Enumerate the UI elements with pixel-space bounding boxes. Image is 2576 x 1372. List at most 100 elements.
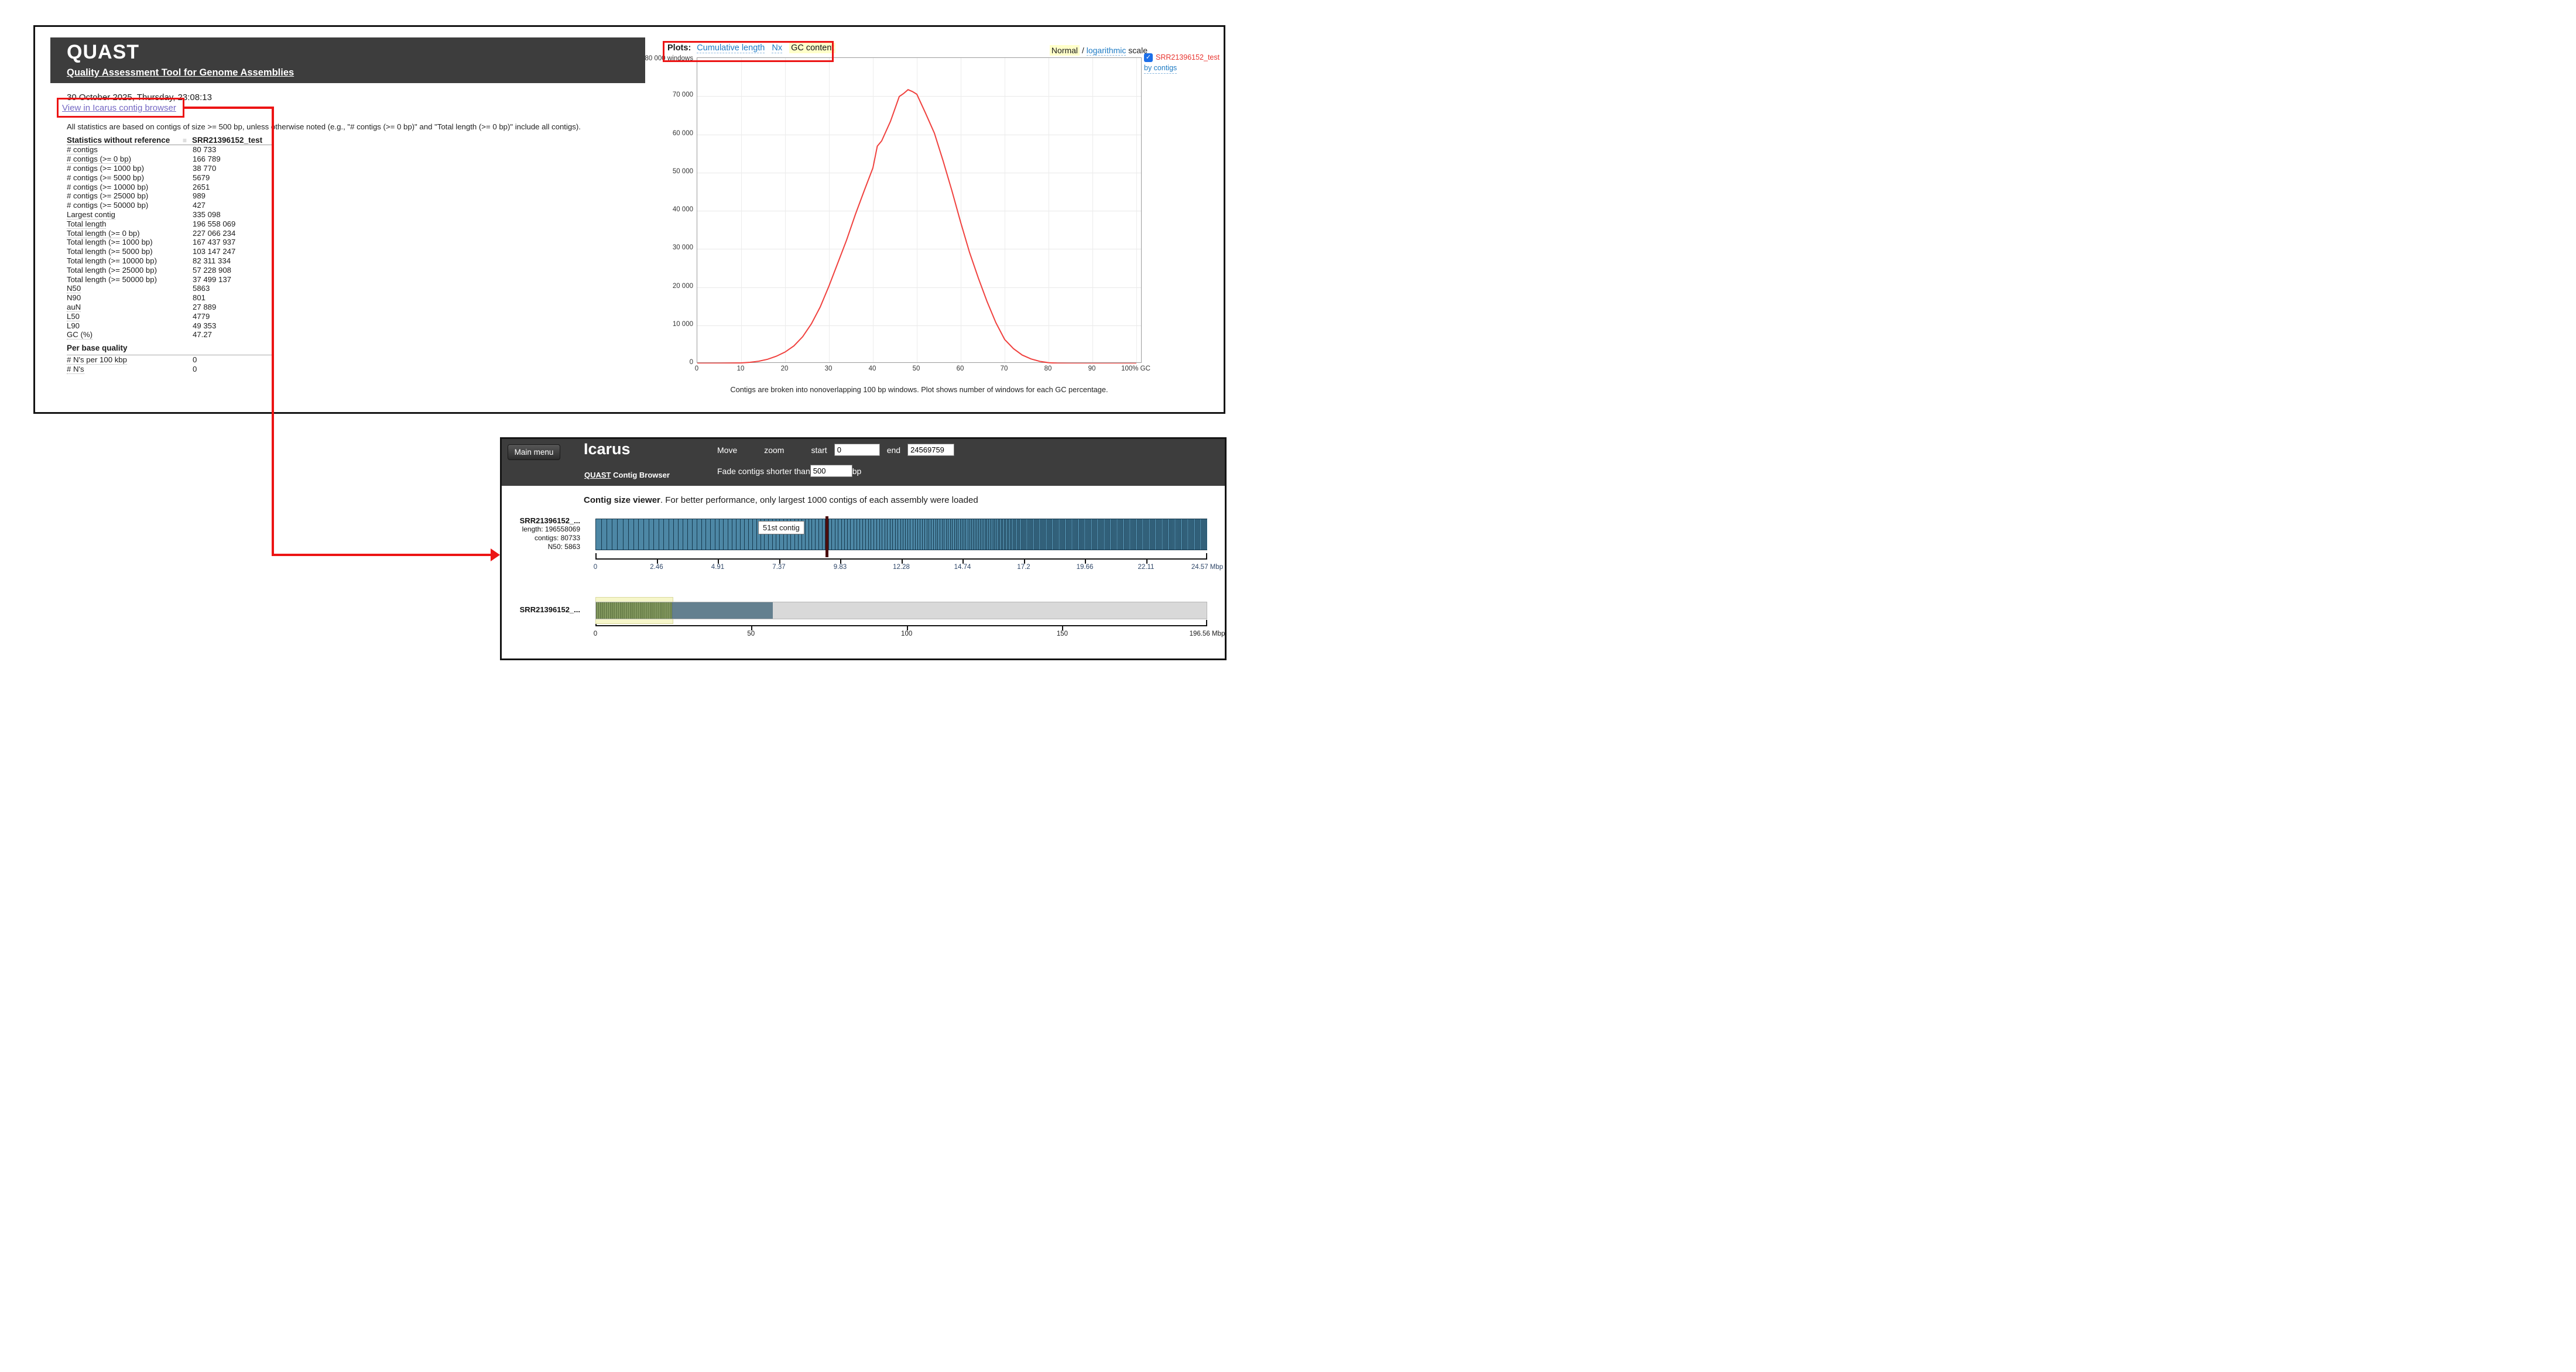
contig-block	[659, 519, 663, 550]
table-row: Total length (>= 1000 bp)167 437 937	[67, 238, 273, 247]
metric-label: auN	[67, 303, 193, 311]
metric-label-text[interactable]: GC (%)	[67, 330, 93, 339]
plots-tab-cumulative-length[interactable]: Cumulative length	[697, 43, 765, 53]
table-row: N90801	[67, 293, 273, 303]
plots-label: Plots:	[667, 43, 691, 53]
legend-checkbox[interactable]: ✓	[1144, 53, 1153, 62]
table-header-assembly[interactable]: SRR21396152_test	[192, 136, 262, 145]
metric-value: 335 098	[193, 210, 221, 219]
metric-label-text[interactable]: N50	[67, 284, 81, 293]
contig-block	[697, 519, 701, 550]
metric-label: N90	[67, 293, 193, 302]
y-tick-label: 80 000 windows	[645, 55, 693, 62]
contig-block	[612, 519, 617, 550]
metric-label-text[interactable]: Largest contig	[67, 210, 115, 219]
annotation-arrow-head	[491, 548, 500, 561]
axis-tick	[751, 626, 752, 630]
metric-value: 227 066 234	[193, 229, 235, 238]
y-tick-label: 10 000	[673, 321, 693, 328]
chart-y-axis-labels: 010 00020 00030 00040 00050 00060 00070 …	[631, 57, 693, 368]
metric-label: # contigs (>= 50000 bp)	[67, 201, 193, 210]
metric-label-text: # contigs (>= 50000 bp)	[67, 201, 148, 210]
axis-tick	[962, 560, 964, 564]
table-row: # contigs (>= 10000 bp)2651	[67, 182, 273, 191]
icarus-toolbar: Main menu Icarus QUAST Contig Browser Mo…	[502, 439, 1225, 486]
fade-label: Fade contigs shorter than	[717, 467, 810, 476]
metric-value: 989	[193, 191, 205, 200]
metric-value: 2651	[193, 183, 210, 191]
table-header-metric: Statistics without reference	[67, 136, 183, 145]
plots-tab-nx[interactable]: Nx	[772, 43, 782, 53]
end-input[interactable]	[907, 444, 954, 456]
contig-block	[736, 519, 740, 550]
legend-by-contigs-link[interactable]: by contigs	[1144, 63, 1177, 74]
x-tick-label: 90	[1088, 365, 1096, 372]
metric-label-text[interactable]: # N's	[67, 365, 84, 374]
metric-label-text[interactable]: Total length (>= 0 bp)	[67, 229, 140, 238]
metric-label: L90	[67, 321, 193, 330]
plots-tab-gc-content[interactable]: GC content	[789, 43, 835, 53]
track1-length: length: 196558069	[502, 525, 580, 534]
metric-value: 47.27	[193, 330, 212, 339]
metric-label-text[interactable]: # contigs (>= 0 bp)	[67, 155, 131, 164]
icarus-browser-link[interactable]: View in Icarus contig browser	[62, 103, 176, 113]
page-title: QUAST	[67, 41, 645, 64]
track2-overview-bar[interactable]	[595, 602, 1207, 619]
icarus-subtitle-rest: Contig Browser	[611, 471, 670, 479]
metric-label-text[interactable]: # N's per 100 kbp	[67, 355, 127, 365]
y-tick-label: 20 000	[673, 283, 693, 290]
start-input[interactable]	[834, 444, 880, 456]
contig-block	[628, 519, 633, 550]
contig-block	[673, 519, 678, 550]
metric-value: 5863	[193, 284, 210, 293]
chart-x-axis-labels: 0102030405060708090100% GC	[697, 365, 1142, 375]
metric-label-text: # contigs (>= 5000 bp)	[67, 173, 144, 182]
viewer-heading-bold: Contig size viewer	[584, 495, 660, 505]
axis-tick-label: 7.37	[772, 564, 785, 571]
axis-tick-label: 0	[594, 564, 597, 571]
x-tick-label: 0	[695, 365, 698, 372]
y-tick-label: 70 000	[673, 91, 693, 98]
gc-content-chart[interactable]	[697, 57, 1142, 363]
metric-label-text[interactable]: # contigs	[67, 145, 98, 155]
contig-block	[653, 519, 659, 550]
axis-tick	[1146, 560, 1147, 564]
contig-block	[748, 519, 752, 550]
track1-assembly-name: SRR21396152_...	[502, 516, 580, 525]
axis-tick	[595, 553, 597, 558]
contig-block	[678, 519, 683, 550]
table-row: # contigs (>= 1000 bp)38 770	[67, 164, 273, 173]
x-tick-label: 100% GC	[1121, 365, 1150, 372]
quast-link[interactable]: QUAST	[584, 471, 611, 479]
section-header-per-base-quality: Per base quality	[67, 344, 273, 355]
scale-normal[interactable]: Normal	[1050, 45, 1080, 56]
viewer-heading: Contig size viewer. For better performan…	[584, 495, 978, 505]
metric-label-text[interactable]: Total length	[67, 219, 106, 229]
contig-position-marker[interactable]	[825, 516, 828, 557]
fade-threshold-input[interactable]	[810, 465, 852, 477]
navigation-controls: Move zoom start end	[717, 444, 954, 456]
sort-icon[interactable]: ≡	[183, 136, 192, 145]
axis-tick	[1062, 626, 1063, 630]
x-tick-label: 40	[869, 365, 876, 372]
table-row: GC (%) 47.27	[67, 330, 273, 339]
legend-series-name[interactable]: SRR21396152_test	[1156, 53, 1220, 63]
metric-label-text: Total length (>= 1000 bp)	[67, 238, 153, 246]
main-menu-button[interactable]: Main menu	[508, 444, 560, 460]
contig-block	[601, 519, 607, 550]
axis-tick-label: 50	[747, 630, 755, 637]
track1-contig-bar[interactable]	[595, 519, 1207, 550]
metric-label-text[interactable]: L50	[67, 312, 80, 321]
axis-tick-label: 17.2	[1017, 564, 1030, 571]
metric-label: GC (%)	[67, 330, 193, 339]
metric-label-text[interactable]: auN	[67, 303, 81, 312]
track1-labels: SRR21396152_... length: 196558069 contig…	[502, 516, 580, 551]
scale-logarithmic-link[interactable]: logarithmic	[1087, 46, 1126, 56]
metric-label: Total length (>= 25000 bp)	[67, 266, 193, 275]
axis-tick-label: 196.56 Mbp	[1190, 630, 1225, 637]
contig-block	[740, 519, 744, 550]
table-body: # contigs80 733# contigs (>= 0 bp)166 78…	[67, 145, 273, 339]
metric-value: 27 889	[193, 303, 216, 311]
axis-tick	[907, 626, 908, 630]
x-tick-label: 80	[1044, 365, 1052, 372]
